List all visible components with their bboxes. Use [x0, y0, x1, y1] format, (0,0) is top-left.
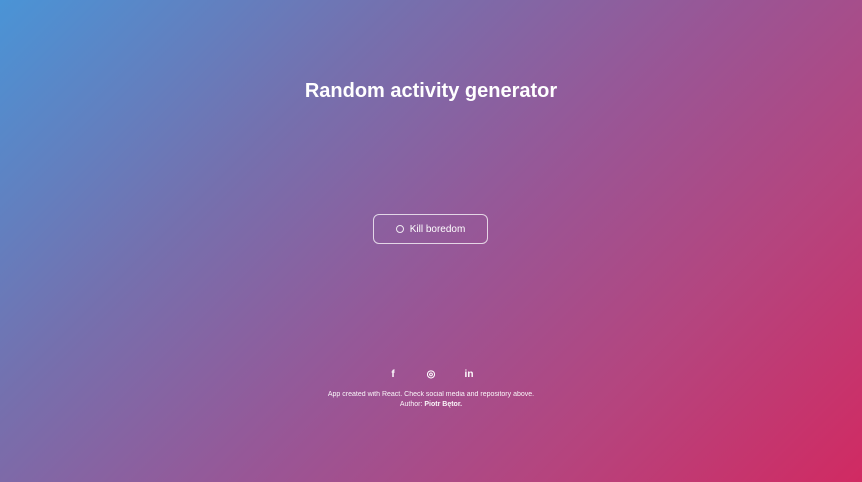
button-label: Kill boredom — [409, 223, 466, 235]
author-label: Author: — [399, 400, 423, 408]
page-title: Random activity generator — [304, 80, 558, 102]
github-icon[interactable]: ◎ — [425, 369, 437, 380]
social-links: f ◎ in — [0, 369, 862, 380]
footer: App created with React. Check social med… — [0, 390, 862, 409]
author-name: Piotr Bętor. — [424, 400, 463, 408]
kill-boredom-button[interactable]: Kill boredom — [373, 214, 488, 244]
facebook-icon[interactable]: f — [387, 369, 399, 380]
linkedin-icon[interactable]: in — [463, 369, 475, 380]
clock-icon — [395, 225, 404, 233]
footer-text: App created with React. Check social med… — [327, 391, 535, 398]
